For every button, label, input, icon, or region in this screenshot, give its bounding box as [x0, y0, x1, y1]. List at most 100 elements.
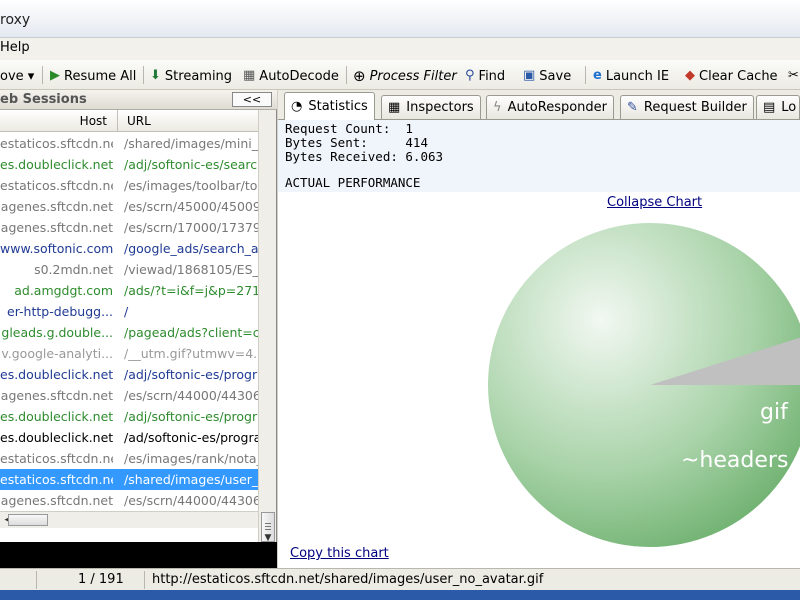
tab-request-builder[interactable]: ✎ Request Builder [620, 95, 754, 119]
find-button[interactable]: ⚲ Find [465, 65, 505, 87]
streaming-arrow-icon: ⬇ [150, 68, 161, 83]
session-row[interactable]: estaticos.sftcdn.net/shared/images/user_ [0, 469, 258, 490]
status-separator [36, 571, 37, 589]
session-url: /es/scrn/44000/44306 [124, 388, 258, 403]
column-host[interactable]: Host [0, 110, 118, 132]
session-row[interactable]: v.google-analyti... /__utm.gif?utmwv=4. [0, 343, 258, 364]
session-host: estaticos.sftcdn.net [0, 136, 113, 151]
save-icon: ▣ [523, 68, 536, 83]
save-label: Save [539, 68, 572, 84]
wrench-icon: ✂ [788, 68, 799, 83]
session-row[interactable]: agenes.sftcdn.net/es/scrn/44000/44306 [0, 490, 258, 511]
tab-inspectors[interactable]: ▦ Inspectors [381, 95, 481, 119]
session-row[interactable]: agenes.sftcdn.net/es/scrn/45000/45009 [0, 196, 258, 217]
detail-pane: ◔ Statistics ▦ Inspectors ϟ AutoResponde… [278, 90, 800, 568]
request-builder-icon: ✎ [627, 100, 638, 115]
status-separator [144, 571, 145, 589]
inspectors-icon: ▦ [388, 100, 401, 115]
session-row[interactable]: es.doubleclick.net/adj/softonic-es/searc [0, 154, 258, 175]
session-host: estaticos.sftcdn.net [0, 451, 113, 466]
sessions-vertical-scrollbar[interactable]: ▼ [258, 110, 276, 600]
collapse-sessions-button[interactable]: << [232, 92, 272, 107]
process-filter-button[interactable]: ⊕ Process Filter [353, 65, 457, 87]
tab-autoresponder[interactable]: ϟ AutoResponder [486, 95, 615, 119]
toolbar-separator [143, 66, 144, 84]
session-host: es.doubleclick.net [0, 367, 113, 382]
session-host: estaticos.sftcdn.net [0, 178, 113, 193]
session-host: s0.2mdn.net [34, 262, 113, 277]
bytes-received: Bytes Received: 6.063 [285, 149, 444, 164]
tab-statistics-label: Statistics [308, 99, 368, 114]
session-row[interactable]: es.doubleclick.net/ad/softonic-es/progra [0, 427, 258, 448]
actual-performance-heading: ACTUAL PERFORMANCE [285, 175, 421, 190]
session-url: /es/images/toolbar/too [124, 178, 258, 193]
copy-chart-link[interactable]: Copy this chart [290, 546, 389, 561]
session-row[interactable]: es.doubleclick.net/adj/softonic-es/progr [0, 364, 258, 385]
session-host: es.doubleclick.net [0, 430, 113, 445]
launch-ie-button[interactable]: e Launch IE [593, 65, 669, 87]
tab-statistics[interactable]: ◔ Statistics [284, 92, 375, 120]
pie-chart: gif ~headers [488, 220, 800, 550]
streaming-label: Streaming [164, 68, 233, 84]
session-row[interactable]: s0.2mdn.net/viewad/1868105/ES_ [0, 259, 258, 280]
session-url: / [124, 304, 129, 319]
collapse-chart-link[interactable]: Collapse Chart [607, 195, 702, 210]
session-url: /es/images/rank/nota_ [124, 451, 258, 466]
session-url: /adj/softonic-es/progr [124, 409, 258, 424]
tab-inspectors-label: Inspectors [406, 100, 474, 115]
title-bar: roxy [0, 0, 800, 38]
pie-label-headers: ~headers [681, 448, 789, 473]
web-sessions-pane: eb Sessions << Host URL estaticos.sftcdn… [0, 90, 277, 600]
menu-help[interactable]: Help [0, 40, 30, 55]
resume-all-button[interactable]: ▶ Resume All [50, 65, 136, 87]
session-host: agenes.sftcdn.net [0, 493, 113, 508]
detail-tabs: ◔ Statistics ▦ Inspectors ϟ AutoResponde… [278, 90, 800, 120]
pie-label-gif: gif [760, 400, 788, 425]
binoculars-icon: ⚲ [465, 68, 475, 83]
status-bar: 1 / 191 http://estaticos.sftcdn.net/shar… [0, 568, 800, 590]
session-row[interactable]: er-http-debugg... / [0, 301, 258, 322]
save-button[interactable]: ▣ Save [523, 65, 571, 87]
autodecode-icon: ▦ [243, 68, 256, 83]
session-row[interactable]: estaticos.sftcdn.net/shared/images/mini_… [0, 133, 258, 154]
autodecode-button[interactable]: ▦ AutoDecode [243, 65, 339, 87]
session-host: agenes.sftcdn.net [0, 388, 113, 403]
column-url[interactable]: URL [119, 110, 259, 132]
web-sessions-header: eb Sessions << [0, 90, 277, 110]
session-row[interactable]: www.softonic.com/google_ads/search_a [0, 238, 258, 259]
horizontal-scrollbar-thumb[interactable] [8, 514, 48, 526]
session-row[interactable]: estaticos.sftcdn.net/es/images/rank/nota… [0, 448, 258, 469]
sessions-list: estaticos.sftcdn.net/shared/images/mini_… [0, 133, 258, 511]
session-host: gleads.g.double... [1, 325, 113, 340]
tab-log-label: Lo [781, 100, 797, 115]
session-row[interactable]: agenes.sftcdn.net/es/scrn/17000/17379 [0, 217, 258, 238]
session-url: /es/scrn/17000/17379 [124, 220, 258, 235]
session-url: /pagead/ads?client=ca [124, 325, 258, 340]
session-row[interactable]: estaticos.sftcdn.net/es/images/toolbar/t… [0, 175, 258, 196]
session-row[interactable]: agenes.sftcdn.net/es/scrn/44000/44306 [0, 385, 258, 406]
session-url: /shared/images/mini_s [124, 136, 258, 151]
request-count: Request Count: 1 [285, 121, 413, 136]
tools-button[interactable]: ✂ [788, 65, 800, 87]
session-row[interactable]: gleads.g.double... /pagead/ads?client=ca [0, 322, 258, 343]
clear-cache-button[interactable]: ◆ Clear Cache [685, 65, 778, 87]
session-row[interactable]: ad.amgdgt.com/ads/?t=i&f=j&p=271 [0, 280, 258, 301]
session-url: /ads/?t=i&f=j&p=271 [124, 283, 258, 298]
session-host: v.google-analyti... [1, 346, 113, 361]
quickexec-box[interactable] [0, 542, 277, 568]
tab-autoresponder-label: AutoResponder [507, 100, 608, 115]
tab-log[interactable]: ▤ Lo [756, 95, 800, 119]
session-host: estaticos.sftcdn.net [0, 472, 113, 487]
resume-all-label: Resume All [64, 68, 137, 84]
remove-button[interactable]: ove ▾ [0, 65, 34, 87]
bytes-sent: Bytes Sent: 414 [285, 135, 428, 150]
clear-cache-label: Clear Cache [699, 68, 778, 84]
tab-request-builder-label: Request Builder [643, 100, 747, 115]
session-row[interactable]: es.doubleclick.net/adj/softonic-es/progr [0, 406, 258, 427]
toolbar-separator [346, 66, 347, 84]
sessions-horizontal-scrollbar[interactable]: ◀ [0, 511, 258, 528]
web-sessions-title: eb Sessions [0, 92, 87, 107]
streaming-button[interactable]: ⬇ Streaming [150, 65, 232, 87]
ie-icon: e [593, 68, 602, 83]
toolbar-separator [42, 66, 43, 84]
